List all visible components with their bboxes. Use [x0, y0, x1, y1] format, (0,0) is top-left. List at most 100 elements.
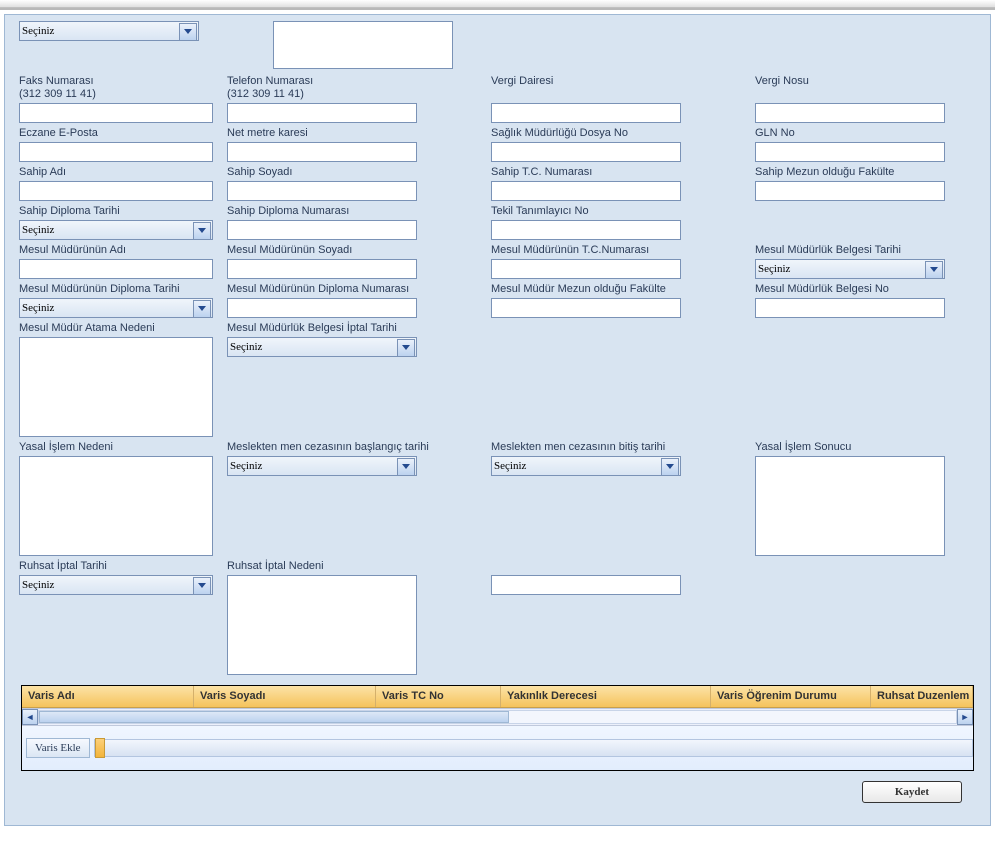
label-faks: Faks Numarası(312 309 11 41): [19, 75, 213, 101]
label-yasal-islem-nedeni: Yasal İşlem Nedeni: [19, 441, 213, 454]
input-mesul-adi[interactable]: [19, 259, 213, 279]
label-vergi-dairesi: Vergi Dairesi: [491, 75, 741, 88]
input-gln[interactable]: [755, 142, 945, 162]
input-extra[interactable]: [491, 575, 681, 595]
varis-table: Varis Adı Varis Soyadı Varis TC No Yakın…: [21, 685, 974, 771]
table-header-row: Varis Adı Varis Soyadı Varis TC No Yakın…: [22, 686, 973, 708]
select-mesul-belge-tarihi[interactable]: Seçiniz: [755, 259, 945, 279]
horizontal-scrollbar[interactable]: ◄ ►: [22, 708, 973, 726]
field-men-bitis: Meslekten men cezasının bitiş tarihi Seç…: [491, 441, 741, 556]
th-yakinlik[interactable]: Yakınlık Derecesi: [501, 686, 711, 707]
label-mesul-fakulte: Mesul Müdür Mezun olduğu Fakülte: [491, 283, 741, 296]
input-sahip-fakulte[interactable]: [755, 181, 945, 201]
field-ruhsat-iptal-nedeni: Ruhsat İptal Nedeni: [227, 560, 477, 675]
top-select[interactable]: Seçiniz: [19, 21, 199, 41]
label-ruhsat-iptal-nedeni: Ruhsat İptal Nedeni: [227, 560, 477, 573]
scroll-track[interactable]: [38, 710, 957, 724]
label-sahip-tc: Sahip T.C. Numarası: [491, 166, 741, 179]
varis-slider-track[interactable]: [94, 739, 973, 757]
label-mesul-belge-tarihi: Mesul Müdürlük Belgesi Tarihi: [755, 244, 995, 257]
field-mesul-belge-tarihi: Mesul Müdürlük Belgesi Tarihi Seçiniz: [755, 244, 995, 279]
textarea-yasal-islem-nedeni[interactable]: [19, 456, 213, 556]
label-sahip-fakulte: Sahip Mezun olduğu Fakülte: [755, 166, 995, 179]
th-ogrenim[interactable]: Varis Öğrenim Durumu: [711, 686, 871, 707]
scroll-right-icon[interactable]: ►: [957, 709, 973, 725]
field-gln: GLN No: [755, 127, 995, 162]
app-frame: Seçiniz Faks Numarası(312 309 11 41) Tel…: [0, 0, 995, 855]
input-tekil[interactable]: [491, 220, 681, 240]
kaydet-button[interactable]: Kaydet: [862, 781, 962, 803]
input-sahip-adi[interactable]: [19, 181, 213, 201]
field-ruhsat-iptal-tarihi: Ruhsat İptal Tarihi Seçiniz: [19, 560, 213, 675]
input-sahip-diploma-no[interactable]: [227, 220, 417, 240]
select-men-bitis[interactable]: Seçiniz: [491, 456, 681, 476]
input-tel[interactable]: [227, 103, 417, 123]
input-mesul-fakulte[interactable]: [491, 298, 681, 318]
textarea-ruhsat-iptal-nedeni[interactable]: [227, 575, 417, 675]
scroll-left-icon[interactable]: ◄: [22, 709, 38, 725]
field-mesul-diploma-tarihi: Mesul Müdürünün Diploma Tarihi Seçiniz: [19, 283, 213, 318]
label-mesul-soyadi: Mesul Müdürünün Soyadı: [227, 244, 477, 257]
field-sahip-adi: Sahip Adı: [19, 166, 213, 201]
field-netmetre: Net metre karesi: [227, 127, 477, 162]
label-men-bitis: Meslekten men cezasının bitiş tarihi: [491, 441, 741, 454]
top-textarea[interactable]: [273, 21, 453, 69]
label-netmetre: Net metre karesi: [227, 127, 477, 140]
input-vergi-no[interactable]: [755, 103, 945, 123]
label-sahip-soyadi: Sahip Soyadı: [227, 166, 477, 179]
field-sahip-tc: Sahip T.C. Numarası: [491, 166, 741, 201]
th-varis-adi[interactable]: Varis Adı: [22, 686, 194, 707]
input-vergi-dairesi[interactable]: [491, 103, 681, 123]
scroll-thumb[interactable]: [39, 711, 509, 723]
label-men-baslangic: Meslekten men cezasının başlangıç tarihi: [227, 441, 477, 454]
varis-slider-thumb[interactable]: [95, 738, 105, 758]
field-eposta: Eczane E-Posta: [19, 127, 213, 162]
field-sahip-fakulte: Sahip Mezun olduğu Fakülte: [755, 166, 995, 201]
th-varis-soyadi[interactable]: Varis Soyadı: [194, 686, 376, 707]
divider: [0, 8, 995, 10]
field-atama-nedeni: Mesul Müdür Atama Nedeni: [19, 322, 213, 437]
label-atama-nedeni: Mesul Müdür Atama Nedeni: [19, 322, 213, 335]
textarea-yasal-islem-sonucu[interactable]: [755, 456, 945, 556]
label-eposta: Eczane E-Posta: [19, 127, 213, 140]
field-mesul-diploma-no: Mesul Müdürünün Diploma Numarası: [227, 283, 477, 318]
input-mesul-tc[interactable]: [491, 259, 681, 279]
field-men-baslangic: Meslekten men cezasının başlangıç tarihi…: [227, 441, 477, 556]
footer: Kaydet: [19, 773, 976, 811]
field-mesul-fakulte: Mesul Müdür Mezun olduğu Fakülte: [491, 283, 741, 318]
label-tel: Telefon Numarası(312 309 11 41): [227, 75, 477, 101]
field-faks: Faks Numarası(312 309 11 41): [19, 75, 213, 123]
input-eposta[interactable]: [19, 142, 213, 162]
field-extra-input: [491, 560, 741, 675]
th-varis-tc[interactable]: Varis TC No: [376, 686, 501, 707]
label-vergi-no: Vergi Nosu: [755, 75, 995, 88]
varis-ekle-button[interactable]: Varis Ekle: [26, 738, 90, 758]
select-ruhsat-iptal-tarihi[interactable]: Seçiniz: [19, 575, 213, 595]
field-belge-iptal-tarihi: Mesul Müdürlük Belgesi İptal Tarihi Seçi…: [227, 322, 477, 437]
label-gln: GLN No: [755, 127, 995, 140]
field-sahip-soyadi: Sahip Soyadı: [227, 166, 477, 201]
field-mesul-belge-no: Mesul Müdürlük Belgesi No: [755, 283, 995, 318]
input-mesul-soyadi[interactable]: [227, 259, 417, 279]
input-mesul-diploma-no[interactable]: [227, 298, 417, 318]
input-sahip-soyadi[interactable]: [227, 181, 417, 201]
input-faks[interactable]: [19, 103, 213, 123]
label-belge-iptal-tarihi: Mesul Müdürlük Belgesi İptal Tarihi: [227, 322, 477, 335]
select-men-baslangic[interactable]: Seçiniz: [227, 456, 417, 476]
th-ruhsat-duz[interactable]: Ruhsat Duzenlem: [871, 686, 973, 707]
label-mesul-diploma-no: Mesul Müdürünün Diploma Numarası: [227, 283, 477, 296]
label-sahip-diploma-tarihi: Sahip Diploma Tarihi: [19, 205, 213, 218]
input-sahip-tc[interactable]: [491, 181, 681, 201]
textarea-atama-nedeni[interactable]: [19, 337, 213, 437]
window-title-strip: [0, 0, 995, 8]
label-mesul-adi: Mesul Müdürünün Adı: [19, 244, 213, 257]
varis-add-row: Varis Ekle: [22, 726, 973, 770]
select-belge-iptal-tarihi[interactable]: Seçiniz: [227, 337, 417, 357]
input-mesul-belge-no[interactable]: [755, 298, 945, 318]
select-sahip-diploma-tarihi[interactable]: Seçiniz: [19, 220, 213, 240]
label-sahip-diploma-no: Sahip Diploma Numarası: [227, 205, 477, 218]
field-yasal-islem-sonucu: Yasal İşlem Sonucu: [755, 441, 995, 556]
input-saglik-dosya[interactable]: [491, 142, 681, 162]
input-netmetre[interactable]: [227, 142, 417, 162]
select-mesul-diploma-tarihi[interactable]: Seçiniz: [19, 298, 213, 318]
